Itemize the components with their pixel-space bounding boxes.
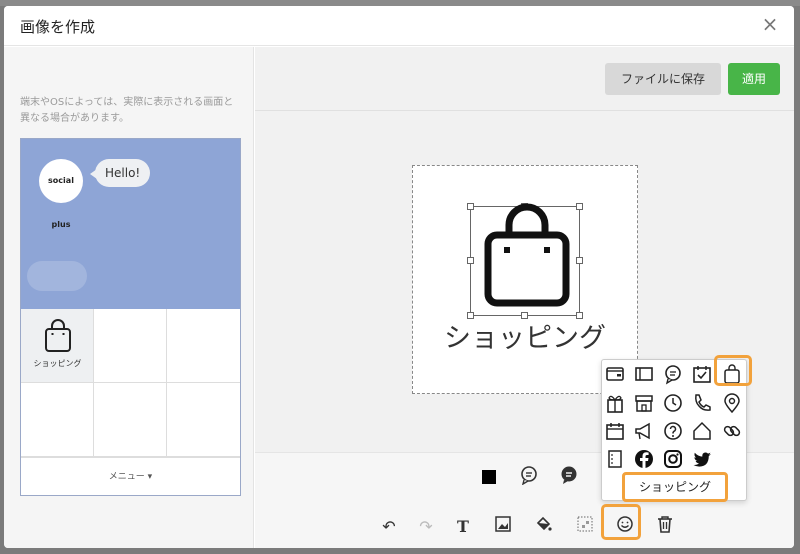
fill-bucket-icon[interactable] xyxy=(531,515,555,539)
preview-panel: 端末やOSによっては、実際に表示される画面と異なる場合があります。 social… xyxy=(4,47,254,548)
home-icon[interactable] xyxy=(691,420,713,442)
book-icon[interactable] xyxy=(633,363,655,385)
facebook-icon[interactable] xyxy=(633,448,655,470)
speech-bubble-filled-icon[interactable] xyxy=(557,465,581,489)
selected-icon-highlight xyxy=(714,355,752,386)
canvas-text[interactable]: ショッピング xyxy=(413,316,637,355)
twitter-icon[interactable] xyxy=(691,448,713,470)
menu-cell-4[interactable] xyxy=(21,383,94,457)
clock-icon[interactable] xyxy=(662,392,684,414)
help-icon[interactable] xyxy=(662,420,684,442)
menu-cell-6[interactable] xyxy=(167,383,240,457)
calendar-icon[interactable] xyxy=(604,420,626,442)
divider xyxy=(255,110,794,111)
cell-label: ショッピング xyxy=(33,359,82,368)
menu-bar[interactable]: メニュー ▾ xyxy=(21,457,240,495)
gift-icon[interactable] xyxy=(604,392,626,414)
close-icon[interactable]: × xyxy=(760,14,780,34)
cloud-decoration xyxy=(27,261,87,291)
text-tool-icon[interactable]: T xyxy=(451,515,475,539)
menu-cell-3[interactable] xyxy=(167,309,240,383)
image-tool-icon[interactable] xyxy=(491,515,515,539)
chat-icon[interactable] xyxy=(662,363,684,385)
chat-area: social plus Hello! xyxy=(21,139,240,309)
preview-hint: 端末やOSによっては、実際に表示される画面と異なる場合があります。 xyxy=(20,97,234,124)
list-icon[interactable] xyxy=(604,448,626,470)
megaphone-icon[interactable] xyxy=(633,420,655,442)
trash-icon[interactable] xyxy=(653,515,677,539)
calendar-check-icon[interactable] xyxy=(691,363,713,385)
chat-bubble: Hello! xyxy=(89,159,151,187)
dialog-title: 画像を作成 xyxy=(20,18,96,36)
menu-cell-5[interactable] xyxy=(94,383,167,457)
resize-handle[interactable] xyxy=(467,203,474,210)
instagram-icon[interactable] xyxy=(662,448,684,470)
redo-icon[interactable]: ↷ xyxy=(414,515,438,539)
phone-preview: social plus Hello! ショッピング メニュー ▾ xyxy=(20,138,241,496)
save-file-button[interactable]: ファイルに保存 xyxy=(605,63,721,95)
rich-menu-grid: ショッピング xyxy=(21,309,240,457)
undo-icon[interactable]: ↶ xyxy=(377,515,401,539)
resize-handle[interactable] xyxy=(576,257,583,264)
shopping-bag-icon xyxy=(45,319,71,352)
menu-cell-2[interactable] xyxy=(94,309,167,383)
link-icon[interactable] xyxy=(721,420,743,442)
transparency-icon[interactable] xyxy=(573,515,597,539)
store-icon[interactable] xyxy=(633,392,655,414)
location-pin-icon[interactable] xyxy=(721,392,743,414)
resize-handle[interactable] xyxy=(576,203,583,210)
emoji-tool-highlight xyxy=(601,504,641,540)
dialog-header: 画像を作成 × xyxy=(4,6,794,46)
shopping-bag-icon xyxy=(484,203,570,307)
avatar: social plus xyxy=(39,159,83,229)
icon-label-tooltip: ショッピング xyxy=(622,472,728,502)
menu-cell-1[interactable]: ショッピング xyxy=(21,309,94,383)
phone-icon[interactable] xyxy=(691,392,713,414)
speech-bubble-outline-icon[interactable] xyxy=(517,465,541,489)
apply-button[interactable]: 適用 xyxy=(728,63,780,95)
wallet-icon[interactable] xyxy=(604,363,626,385)
color-swatch[interactable] xyxy=(477,465,501,489)
resize-handle[interactable] xyxy=(467,257,474,264)
